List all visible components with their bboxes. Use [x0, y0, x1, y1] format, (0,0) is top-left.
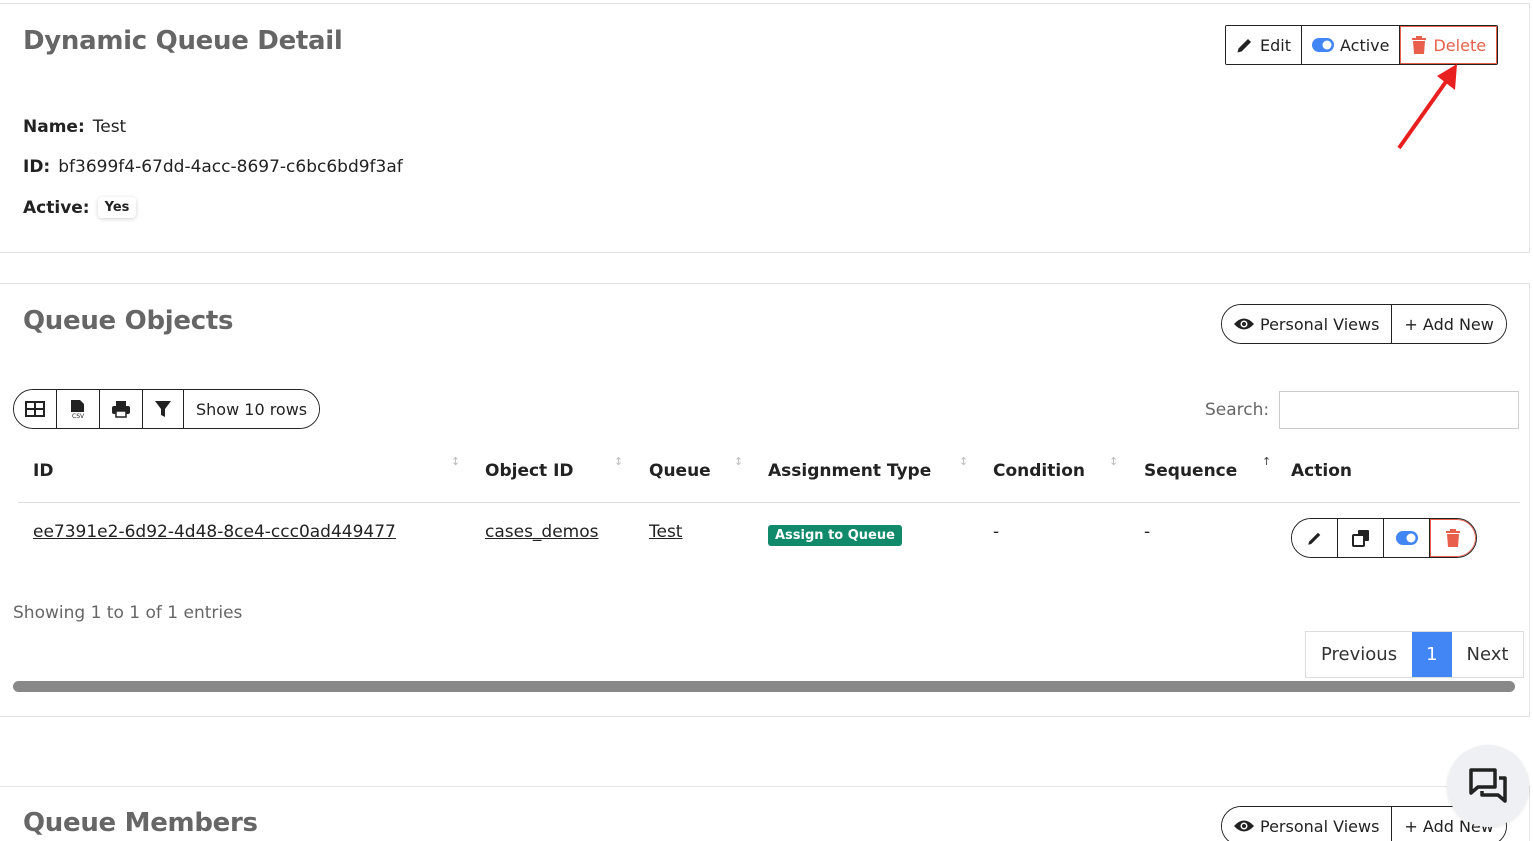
- members-personal-views-label: Personal Views: [1260, 816, 1380, 836]
- eye-icon: [1234, 318, 1254, 330]
- id-field: ID: bf3699f4-67dd-4acc-8697-c6bc6bd9f3af: [23, 157, 403, 177]
- previous-page-button[interactable]: Previous: [1306, 632, 1413, 677]
- column-header-assignment-type[interactable]: Assignment Type: [768, 461, 931, 481]
- trash-icon: [1446, 529, 1460, 547]
- assignment-type-badge: Assign to Queue: [768, 525, 902, 546]
- print-icon: [112, 401, 130, 418]
- toggle-icon: [1311, 38, 1334, 52]
- members-personal-views-button[interactable]: Personal Views: [1222, 807, 1393, 841]
- search-input[interactable]: [1279, 391, 1519, 429]
- column-header-action: Action: [1291, 461, 1352, 481]
- search-label: Search:: [1205, 400, 1270, 420]
- print-button[interactable]: [100, 390, 143, 428]
- pencil-icon: [1307, 532, 1320, 545]
- page-1-button[interactable]: 1: [1412, 632, 1452, 677]
- row-actions: [1291, 518, 1477, 558]
- csv-icon: CSV: [71, 400, 85, 419]
- red-arrow-annotation: [1397, 64, 1457, 150]
- toggle-icon: [1395, 531, 1418, 545]
- queue-objects-title: Queue Objects: [23, 306, 234, 336]
- filter-icon: [155, 401, 171, 417]
- show-rows-button[interactable]: Show 10 rows: [184, 390, 320, 428]
- personal-views-button[interactable]: Personal Views: [1222, 305, 1393, 343]
- sort-asc-icon: ↑: [1262, 455, 1272, 468]
- svg-text:CSV: CSV: [72, 413, 85, 419]
- active-field: Active: Yes: [23, 197, 136, 218]
- row-sequence: -: [1144, 522, 1151, 542]
- export-csv-button[interactable]: CSV: [57, 390, 100, 428]
- column-header-condition[interactable]: Condition: [993, 461, 1085, 481]
- sort-icon: ↕: [451, 455, 461, 468]
- personal-views-label: Personal Views: [1260, 314, 1380, 334]
- active-button[interactable]: Active: [1301, 26, 1401, 64]
- table-icon: [25, 401, 45, 417]
- pagination: Previous 1 Next: [1305, 631, 1525, 678]
- copy-icon: [1351, 530, 1369, 547]
- column-visibility-button[interactable]: [14, 390, 57, 428]
- row-delete-button[interactable]: [1430, 519, 1476, 557]
- row-toggle-button[interactable]: [1384, 519, 1430, 557]
- header-divider: [18, 502, 1520, 503]
- active-status-badge: Yes: [98, 197, 137, 218]
- column-header-sequence[interactable]: Sequence: [1144, 461, 1237, 481]
- column-header-queue[interactable]: Queue: [649, 461, 711, 481]
- chat-widget-button[interactable]: [1447, 745, 1529, 827]
- detail-actions: Edit Active Delete: [1225, 25, 1499, 65]
- column-header-id[interactable]: ID: [33, 461, 53, 481]
- sort-icon: ↕: [959, 455, 969, 468]
- row-copy-button[interactable]: [1338, 519, 1384, 557]
- pencil-icon: [1237, 38, 1252, 53]
- delete-button[interactable]: Delete: [1400, 26, 1498, 64]
- name-value: Test: [92, 117, 127, 137]
- trash-icon: [1412, 36, 1427, 54]
- delete-label: Delete: [1433, 35, 1487, 55]
- filter-button[interactable]: [143, 390, 184, 428]
- row-id-link[interactable]: ee7391e2-6d92-4d48-8ce4-ccc0ad449477: [33, 522, 396, 542]
- active-label: Active: [1339, 35, 1390, 55]
- queue-members-title: Queue Members: [23, 808, 258, 838]
- edit-button[interactable]: Edit: [1226, 26, 1302, 64]
- chat-icon: [1469, 768, 1507, 803]
- sort-icon: ↕: [614, 455, 624, 468]
- page-title: Dynamic Queue Detail: [23, 26, 343, 56]
- active-field-label: Active:: [23, 197, 90, 218]
- eye-icon: [1234, 820, 1254, 832]
- edit-label: Edit: [1260, 35, 1291, 55]
- queue-objects-card: [0, 283, 1530, 717]
- id-value: bf3699f4-67dd-4acc-8697-c6bc6bd9f3af: [58, 157, 403, 177]
- row-edit-button[interactable]: [1292, 519, 1338, 557]
- name-field: Name: Test: [23, 117, 126, 137]
- table-toolbar: CSV Show 10 rows: [13, 389, 321, 429]
- horizontal-scrollbar[interactable]: [13, 681, 1515, 692]
- queue-objects-header-actions: Personal Views + Add New: [1221, 304, 1507, 344]
- row-condition: -: [993, 522, 1000, 542]
- row-queue-link[interactable]: Test: [649, 522, 682, 542]
- table-info: Showing 1 to 1 of 1 entries: [13, 603, 243, 623]
- id-label: ID:: [23, 157, 51, 177]
- column-header-object-id[interactable]: Object ID: [485, 461, 574, 481]
- sort-icon: ↕: [734, 455, 744, 468]
- add-new-button[interactable]: + Add New: [1392, 305, 1506, 343]
- show-rows-label: Show 10 rows: [196, 399, 308, 419]
- queue-detail-card: Dynamic Queue Detail Edit Active Delete …: [0, 3, 1530, 253]
- row-object-id-link[interactable]: cases_demos: [485, 522, 599, 542]
- sort-icon: ↕: [1109, 455, 1119, 468]
- name-label: Name:: [23, 117, 85, 137]
- next-page-button[interactable]: Next: [1451, 632, 1524, 677]
- add-new-label: + Add New: [1404, 314, 1494, 334]
